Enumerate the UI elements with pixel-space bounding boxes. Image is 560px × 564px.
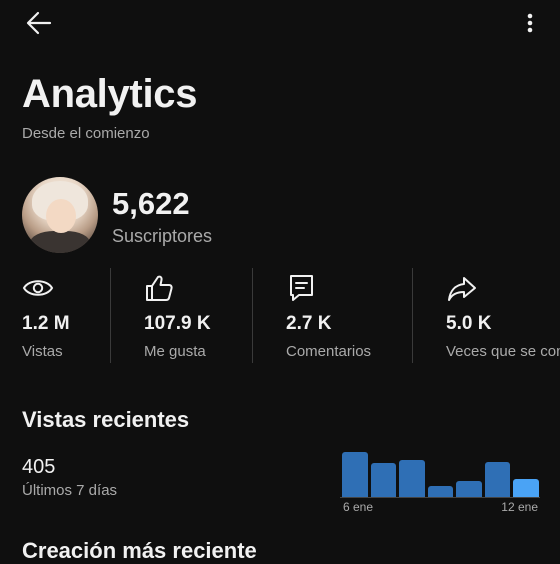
chart-bar xyxy=(484,462,511,498)
chart-bar xyxy=(513,479,539,498)
page-title: Analytics xyxy=(22,72,198,116)
arrow-left-icon xyxy=(26,11,52,35)
chart-tick-label-end: 12 ene xyxy=(501,500,538,514)
chart-bar xyxy=(456,481,482,498)
stat-shares-value: 5.0 K xyxy=(446,313,492,334)
comment-icon xyxy=(290,275,313,301)
subscribers-label: Suscriptores xyxy=(112,226,213,246)
stats-row: 1.2 M Vistas 107.9 K Me gusta 2.7 K Come… xyxy=(0,268,560,363)
chart-tick-label-start: 6 ene xyxy=(343,500,374,514)
subscribers-count: 5,622 xyxy=(112,186,190,221)
share-icon xyxy=(448,277,476,301)
eye-icon xyxy=(22,280,54,296)
chart-bar xyxy=(399,460,425,498)
top-bar xyxy=(0,0,560,48)
recent-views-period: Últimos 7 días xyxy=(22,482,118,499)
stat-comments-value: 2.7 K xyxy=(286,313,332,334)
recent-views-chart[interactable] xyxy=(340,448,540,498)
recent-views-title: Vistas recientes xyxy=(22,407,190,432)
stat-shares-label: Veces que se compartió xyxy=(446,343,560,360)
latest-upload-title: Creación más reciente xyxy=(22,538,257,563)
stat-views-value: 1.2 M xyxy=(22,313,70,334)
stats-divider xyxy=(412,268,413,363)
more-options-button[interactable] xyxy=(516,8,544,38)
stat-comments-label: Comentarios xyxy=(286,343,372,360)
page-subtitle: Desde el comienzo xyxy=(22,125,150,142)
chart-bar xyxy=(370,463,397,498)
stat-likes-value: 107.9 K xyxy=(144,313,211,334)
stat-likes-label: Me gusta xyxy=(144,343,206,360)
stats-divider xyxy=(252,268,253,363)
stats-divider xyxy=(110,268,111,363)
chart-axis-line xyxy=(340,497,540,498)
channel-avatar xyxy=(22,177,98,253)
back-button[interactable] xyxy=(22,8,56,38)
more-vertical-icon xyxy=(527,13,533,33)
recent-views-value: 405 xyxy=(22,456,56,478)
thumbs-up-icon xyxy=(146,275,173,301)
stat-views-label: Vistas xyxy=(22,343,63,360)
chart-bar xyxy=(342,452,368,498)
